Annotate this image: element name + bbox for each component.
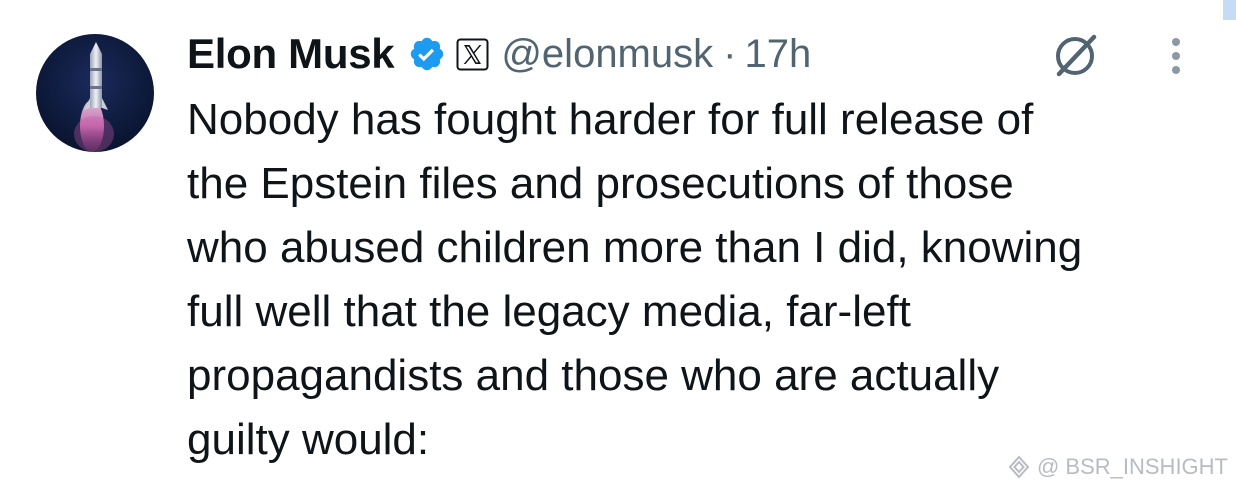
verified-badge-icon (408, 35, 446, 73)
grok-icon[interactable] (1050, 29, 1102, 81)
rocket-launch-image (74, 42, 114, 152)
avatar[interactable] (36, 34, 154, 152)
watermark: @ BSR_INSHIGHT (1007, 454, 1228, 480)
watermark-logo-icon (1008, 455, 1030, 479)
tweet-header: Elon Musk @elonmusk · 17h (187, 26, 811, 82)
author-handle[interactable]: @elonmusk (501, 32, 713, 77)
author-name[interactable]: Elon Musk (187, 30, 395, 78)
tweet-timestamp[interactable]: 17h (744, 32, 811, 77)
tweet-text: Nobody has fought harder for full releas… (187, 95, 1083, 464)
separator-dot: · (723, 31, 737, 76)
more-vertical-icon[interactable] (1166, 36, 1186, 80)
watermark-text: @ BSR_INSHIGHT (1036, 454, 1228, 479)
scrollbar[interactable] (1223, 0, 1236, 20)
x-logo-icon (456, 38, 489, 71)
tweet-screenshot: Elon Musk @elonmusk · 17h Nobody has fou… (0, 0, 1236, 493)
